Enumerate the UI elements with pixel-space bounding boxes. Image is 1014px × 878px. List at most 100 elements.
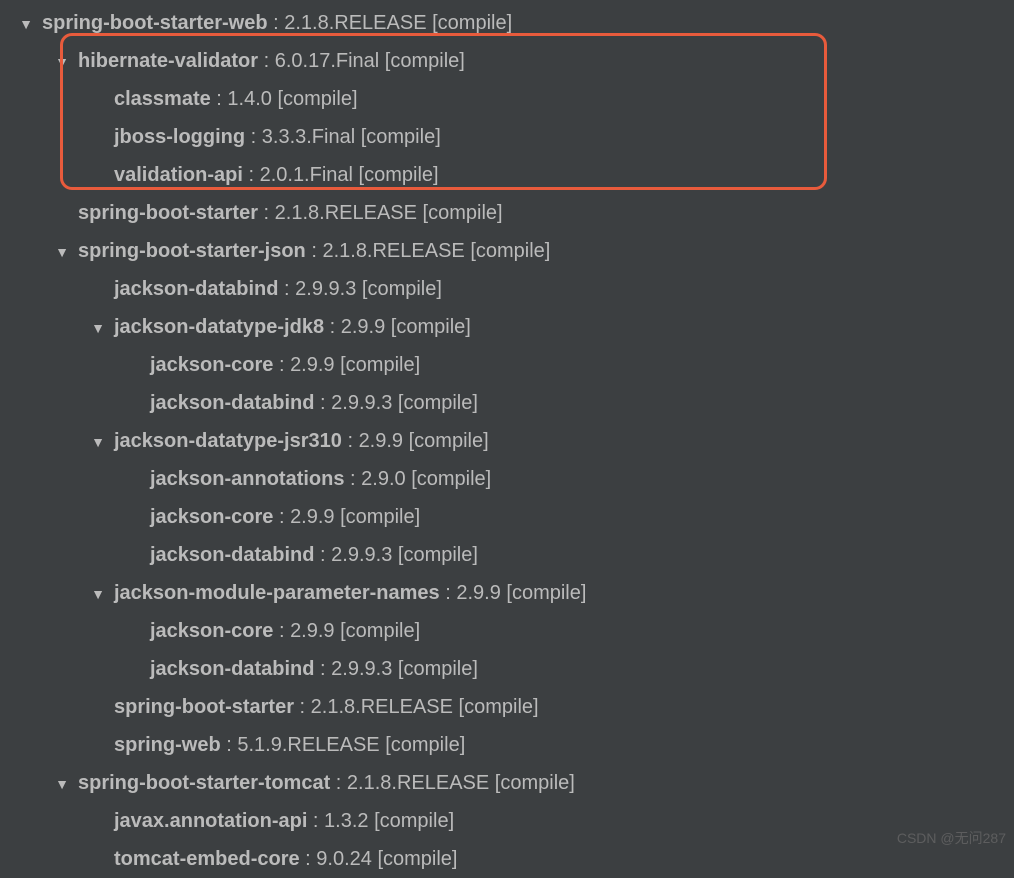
tree-node[interactable]: jackson-databind : 2.9.9.3 [compile] (0, 536, 1014, 574)
dependency-scope: [compile] (470, 240, 550, 262)
watermark: CSDN @无问287 (897, 828, 1006, 848)
dependency-version: 6.0.17.Final (275, 50, 380, 72)
dependency-scope: [compile] (277, 88, 357, 110)
dependency-name: jackson-annotations (150, 468, 344, 490)
dependency-name: spring-boot-starter-web (42, 12, 268, 34)
dependency-scope: [compile] (385, 50, 465, 72)
tree-node[interactable]: spring-boot-starter : 2.1.8.RELEASE [com… (0, 194, 1014, 232)
tree-node[interactable]: validation-api : 2.0.1.Final [compile] (0, 156, 1014, 194)
dependency-scope: [compile] (359, 164, 439, 186)
expand-collapse-icon[interactable]: ▼ (90, 309, 106, 347)
dependency-tree: ▼ spring-boot-starter-web : 2.1.8.RELEASE… (0, 4, 1014, 878)
dependency-name: jackson-core (150, 506, 273, 528)
separator: : (307, 810, 324, 832)
separator: : (243, 164, 260, 186)
tree-node[interactable]: jackson-core : 2.9.9 [compile] (0, 498, 1014, 536)
dependency-scope: [compile] (459, 696, 539, 718)
tree-node[interactable]: jboss-logging : 3.3.3.Final [compile] (0, 118, 1014, 156)
dependency-name: spring-web (114, 734, 221, 756)
separator: : (300, 848, 317, 870)
dependency-scope: [compile] (340, 506, 420, 528)
dependency-version: 2.9.9 (341, 316, 385, 338)
tree-node[interactable]: tomcat-embed-core : 9.0.24 [compile] (0, 840, 1014, 878)
dependency-version: 1.4.0 (227, 88, 271, 110)
separator: : (342, 430, 359, 452)
expand-collapse-icon[interactable]: ▼ (54, 233, 70, 271)
dependency-version: 2.9.9 (290, 354, 334, 376)
dependency-version: 2.9.9 (290, 506, 334, 528)
tree-node[interactable]: ▼spring-boot-starter-tomcat : 2.1.8.RELE… (0, 764, 1014, 802)
dependency-version: 2.1.8.RELEASE (347, 772, 489, 794)
dependency-name: jackson-databind (150, 658, 314, 680)
expand-collapse-icon[interactable]: ▼ (18, 5, 34, 43)
dependency-name: hibernate-validator (78, 50, 258, 72)
dependency-name: tomcat-embed-core (114, 848, 300, 870)
expand-collapse-icon[interactable]: ▼ (90, 423, 106, 461)
tree-node[interactable]: jackson-core : 2.9.9 [compile] (0, 612, 1014, 650)
separator: : (268, 12, 285, 34)
separator: : (294, 696, 311, 718)
separator: : (278, 278, 295, 300)
dependency-name: classmate (114, 88, 211, 110)
dependency-name: spring-boot-starter-tomcat (78, 772, 330, 794)
dependency-scope: [compile] (432, 12, 512, 34)
separator: : (258, 202, 275, 224)
dependency-name: jackson-core (150, 354, 273, 376)
dependency-version: 2.9.9.3 (331, 392, 392, 414)
tree-node[interactable]: spring-boot-starter : 2.1.8.RELEASE [com… (0, 688, 1014, 726)
dependency-name: spring-boot-starter (78, 202, 258, 224)
dependency-version: 5.1.9.RELEASE (237, 734, 379, 756)
tree-node[interactable]: ▼ hibernate-validator : 6.0.17.Final [com… (0, 42, 1014, 80)
tree-node[interactable]: classmate : 1.4.0 [compile] (0, 80, 1014, 118)
dependency-version: 2.9.9 (290, 620, 334, 642)
separator: : (221, 734, 238, 756)
expand-collapse-icon[interactable]: ▼ (54, 43, 70, 81)
tree-node[interactable]: jackson-databind : 2.9.9.3 [compile] (0, 650, 1014, 688)
separator: : (211, 88, 228, 110)
tree-node[interactable]: jackson-annotations : 2.9.0 [compile] (0, 460, 1014, 498)
separator: : (314, 392, 331, 414)
expand-collapse-icon[interactable]: ▼ (90, 575, 106, 613)
dependency-scope: [compile] (362, 278, 442, 300)
dependency-scope: [compile] (495, 772, 575, 794)
dependency-name: jackson-datatype-jsr310 (114, 430, 342, 452)
dependency-scope: [compile] (411, 468, 491, 490)
separator: : (306, 240, 323, 262)
tree-node[interactable]: ▼jackson-datatype-jsr310 : 2.9.9 [compil… (0, 422, 1014, 460)
tree-node[interactable]: ▼spring-boot-starter-json : 2.1.8.RELEAS… (0, 232, 1014, 270)
tree-node[interactable]: ▼jackson-datatype-jdk8 : 2.9.9 [compile] (0, 308, 1014, 346)
tree-node[interactable]: jackson-core : 2.9.9 [compile] (0, 346, 1014, 384)
tree-node[interactable]: ▼ spring-boot-starter-web : 2.1.8.RELEASE… (0, 4, 1014, 42)
separator: : (258, 50, 275, 72)
tree-node[interactable]: jackson-databind : 2.9.9.3 [compile] (0, 384, 1014, 422)
tree-node[interactable]: javax.annotation-api : 1.3.2 [compile] (0, 802, 1014, 840)
dependency-scope: [compile] (340, 354, 420, 376)
dependency-scope: [compile] (340, 620, 420, 642)
tree-node[interactable]: spring-web : 5.1.9.RELEASE [compile] (0, 726, 1014, 764)
tree-node[interactable]: jackson-databind : 2.9.9.3 [compile] (0, 270, 1014, 308)
separator: : (314, 544, 331, 566)
separator: : (273, 354, 290, 376)
dependency-version: 3.3.3.Final (262, 126, 355, 148)
dependency-version: 2.9.9.3 (331, 658, 392, 680)
dependency-scope: [compile] (398, 544, 478, 566)
dependency-version: 2.9.0 (361, 468, 405, 490)
dependency-scope: [compile] (391, 316, 471, 338)
dependency-version: 2.9.9 (456, 582, 500, 604)
separator: : (324, 316, 341, 338)
separator: : (245, 126, 262, 148)
dependency-name: spring-boot-starter (114, 696, 294, 718)
separator: : (273, 620, 290, 642)
separator: : (273, 506, 290, 528)
dependency-version: 2.1.8.RELEASE (322, 240, 464, 262)
separator: : (344, 468, 361, 490)
dependency-version: 2.9.9.3 (331, 544, 392, 566)
dependency-version: 2.9.9.3 (295, 278, 356, 300)
tree-node[interactable]: ▼jackson-module-parameter-names : 2.9.9 … (0, 574, 1014, 612)
dependency-name: jackson-databind (150, 392, 314, 414)
dependency-scope: [compile] (374, 810, 454, 832)
dependency-scope: [compile] (385, 734, 465, 756)
expand-collapse-icon[interactable]: ▼ (54, 765, 70, 803)
separator: : (314, 658, 331, 680)
dependency-version: 2.1.8.RELEASE (284, 12, 426, 34)
